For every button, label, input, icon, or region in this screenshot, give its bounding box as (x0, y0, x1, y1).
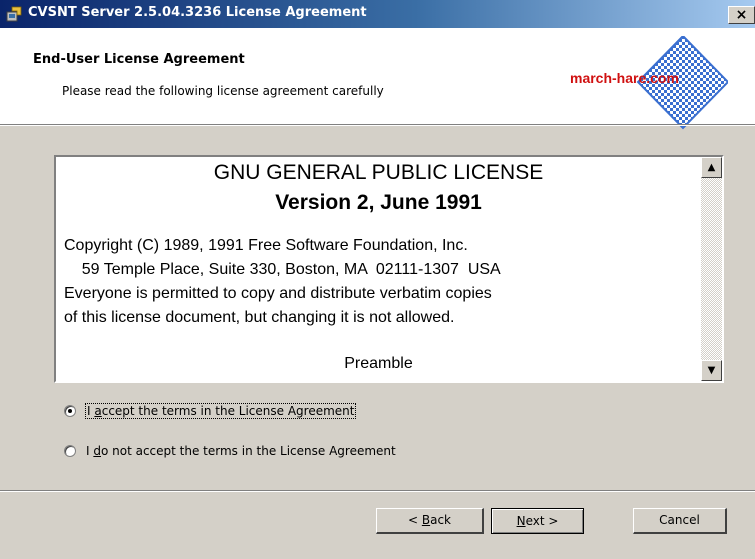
footer-divider (0, 490, 755, 492)
header-panel: End-User License Agreement Please read t… (0, 28, 755, 130)
accept-label[interactable]: I accept the terms in the License Agreem… (84, 403, 357, 419)
scroll-down-button[interactable]: ▼ (701, 360, 722, 381)
march-hare-logo: march-hare.com (568, 34, 730, 130)
arrow-up-icon: ▲ (707, 162, 716, 173)
license-line: of this license document, but changing i… (64, 309, 455, 326)
installer-icon (6, 6, 22, 22)
decline-label[interactable]: I do not accept the terms in the License… (86, 444, 396, 458)
header-divider (0, 124, 755, 126)
vertical-scrollbar[interactable]: ▲ ▼ (701, 157, 722, 381)
cancel-button[interactable]: Cancel (633, 508, 727, 534)
logo-text: march-hare.com (570, 70, 679, 86)
license-version: Version 2, June 1991 (275, 191, 482, 214)
license-preamble: Preamble (344, 355, 413, 372)
decline-radio[interactable] (64, 445, 76, 457)
accept-radio[interactable] (64, 405, 76, 417)
window-title: CVSNT Server 2.5.04.3236 License Agreeme… (28, 5, 367, 20)
license-title: GNU GENERAL PUBLIC LICENSE (213, 161, 544, 184)
close-button[interactable]: × (728, 6, 755, 24)
license-content: GNU GENERAL PUBLIC LICENSE Version 2, Ju… (56, 157, 701, 381)
license-line: Everyone is permitted to copy and distri… (64, 285, 492, 302)
radio-selected-dot (68, 409, 72, 413)
page-title: End-User License Agreement (33, 52, 245, 67)
scroll-up-button[interactable]: ▲ (701, 157, 722, 178)
title-bar: CVSNT Server 2.5.04.3236 License Agreeme… (0, 0, 755, 28)
next-button[interactable]: Next > (491, 508, 584, 534)
license-line: Copyright (C) 1989, 1991 Free Software F… (64, 237, 468, 254)
license-text-box[interactable]: GNU GENERAL PUBLIC LICENSE Version 2, Ju… (54, 155, 724, 383)
license-line: 59 Temple Place, Suite 330, Boston, MA 0… (64, 261, 501, 278)
back-button[interactable]: < Back (376, 508, 484, 534)
page-subtitle: Please read the following license agreem… (62, 84, 384, 98)
arrow-down-icon: ▼ (707, 365, 716, 376)
close-icon: × (735, 7, 748, 23)
